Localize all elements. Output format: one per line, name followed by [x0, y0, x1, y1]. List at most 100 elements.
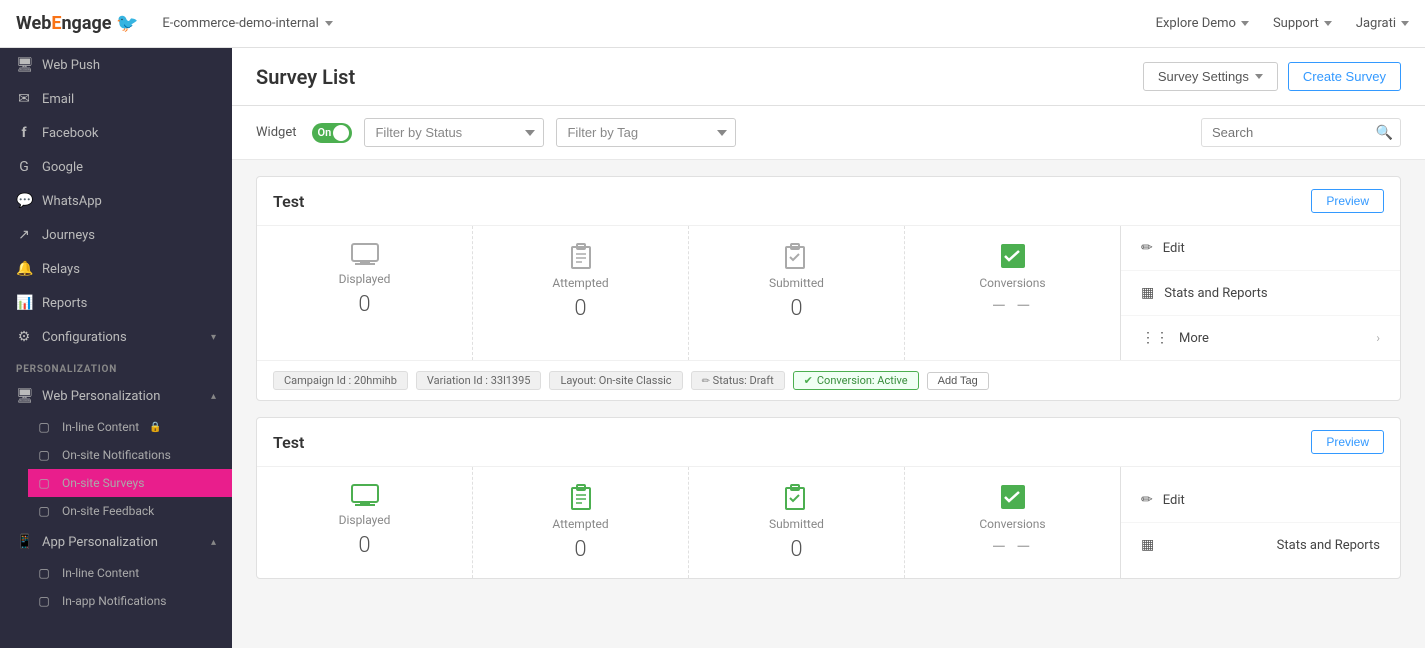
stat-dash: — — [992, 537, 1034, 558]
campaign-id-tag: Campaign Id : 20hmihb [273, 371, 408, 390]
monitor-icon [350, 483, 380, 507]
inapp-notifications-icon: ▢ [36, 594, 52, 608]
email-icon: ✉ [16, 91, 32, 107]
sidebar-item-onsite-surveys[interactable]: ▢ On-site Surveys [28, 469, 232, 497]
conversion-icon [999, 242, 1027, 270]
web-personalization-icon: 🖥 [16, 388, 32, 404]
stat-label: Attempted [552, 517, 608, 531]
stats-reports-action[interactable]: ▦ Stats and Reports [1121, 271, 1400, 316]
sidebar-item-app-personalization[interactable]: 📱 App Personalization ▴ [0, 525, 232, 559]
sidebar-item-app-inline-content[interactable]: ▢ In-line Content [28, 559, 232, 587]
app-personalization-icon: 📱 [16, 534, 32, 550]
stat-label: Conversions [979, 517, 1045, 531]
widget-toggle[interactable]: On [312, 123, 352, 143]
sidebar-item-label: On-site Surveys [62, 476, 144, 490]
edit-icon: ✏ [1141, 240, 1153, 256]
sidebar-item-label: Relays [42, 262, 80, 277]
toggle-knob [333, 125, 349, 141]
top-nav-right: Explore Demo Support Jagrati [1156, 16, 1409, 31]
sidebar-item-label: On-site Notifications [62, 448, 171, 462]
explore-demo-link[interactable]: Explore Demo [1156, 16, 1249, 31]
project-chevron-icon [325, 21, 333, 26]
app-personalization-sub: ▢ In-line Content ▢ In-app Notifications [0, 559, 232, 615]
sidebar-item-whatsapp[interactable]: 💬 WhatsApp [0, 184, 232, 218]
sidebar-item-relays[interactable]: 🔔 Relays [0, 252, 232, 286]
more-action[interactable]: ⋮⋮ More › [1121, 316, 1400, 360]
survey-actions: ✏ Edit ▦ Stats and Reports ⋮⋮ More › [1120, 226, 1400, 360]
sidebar-item-journeys[interactable]: ↗ Journeys [0, 218, 232, 252]
sidebar-item-onsite-feedback[interactable]: ▢ On-site Feedback [28, 497, 232, 525]
stat-value: 0 [790, 296, 802, 321]
sidebar-item-label: Configurations [42, 330, 127, 345]
create-survey-button[interactable]: Create Survey [1288, 62, 1401, 91]
search-input[interactable] [1201, 118, 1401, 147]
stats-reports-action[interactable]: ▦ Stats and Reports [1121, 523, 1400, 567]
check-clipboard-icon [783, 242, 811, 270]
stat-label: Displayed [339, 513, 391, 527]
sidebar-item-onsite-notifications[interactable]: ▢ On-site Notifications [28, 441, 232, 469]
lock-icon: 🔒 [149, 422, 161, 433]
edit-action[interactable]: ✏ Edit [1121, 478, 1400, 523]
sidebar-item-label: On-site Feedback [62, 504, 154, 518]
grid-icon: ▦ [1141, 285, 1154, 301]
sidebar-item-label: In-line Content [62, 566, 139, 580]
clipboard-icon [569, 483, 593, 511]
onsite-feedback-icon: ▢ [36, 504, 52, 518]
survey-card-body: Displayed 0 Attempted [257, 467, 1400, 578]
sidebar-item-inline-content[interactable]: ▢ In-line Content 🔒 [28, 413, 232, 441]
onsite-surveys-icon: ▢ [36, 476, 52, 490]
status-tag: ✏ Status: Draft [691, 371, 785, 390]
journeys-icon: ↗ [16, 227, 32, 243]
logo-text: WebEngage 🐦 [16, 13, 138, 34]
filter-by-status-select[interactable]: Filter by Status [364, 118, 544, 147]
more-icon: ⋮⋮ [1141, 330, 1169, 346]
stat-conversions: Conversions — — [905, 467, 1120, 578]
project-selector[interactable]: E-commerce-demo-internal [162, 16, 332, 31]
conversion-tag: ✔ Conversion: Active [793, 371, 919, 390]
filter-by-tag-select[interactable]: Filter by Tag [556, 118, 736, 147]
sidebar-item-inapp-notifications[interactable]: ▢ In-app Notifications [28, 587, 232, 615]
sidebar-item-google[interactable]: G Google [0, 150, 232, 184]
stat-label: Displayed [339, 272, 391, 286]
survey-card: Test Preview Displayed 0 [256, 176, 1401, 401]
search-wrapper: 🔍 [1201, 118, 1401, 147]
stat-displayed: Displayed 0 [257, 467, 473, 578]
check-icon: ✔ [804, 374, 813, 387]
explore-demo-chevron-icon [1241, 21, 1249, 26]
toggle-switch[interactable]: On [312, 123, 352, 143]
sidebar-item-email[interactable]: ✉ Email [0, 82, 232, 116]
relays-icon: 🔔 [16, 261, 32, 277]
support-chevron-icon [1324, 21, 1332, 26]
survey-card-header: Test Preview [257, 177, 1400, 226]
web-personalization-sub: ▢ In-line Content 🔒 ▢ On-site Notificati… [0, 413, 232, 525]
support-link[interactable]: Support [1273, 16, 1332, 31]
edit-action[interactable]: ✏ Edit [1121, 226, 1400, 271]
sidebar-item-reports[interactable]: 📊 Reports [0, 286, 232, 320]
search-icon: 🔍 [1376, 125, 1393, 141]
project-name: E-commerce-demo-internal [162, 16, 318, 31]
sidebar-item-web-push[interactable]: 🖥 Web Push [0, 48, 232, 82]
web-push-icon: 🖥 [16, 57, 32, 73]
sidebar-item-label: Reports [42, 296, 87, 311]
header-actions: Survey Settings Create Survey [1143, 62, 1401, 91]
edit-icon: ✏ [1141, 492, 1153, 508]
survey-card-header: Test Preview [257, 418, 1400, 467]
sidebar-item-label: Email [42, 92, 74, 107]
sidebar-item-label: Web Personalization [42, 389, 160, 404]
add-tag-button[interactable]: Add Tag [927, 372, 989, 390]
logo: WebEngage 🐦 [16, 13, 138, 34]
sidebar-item-configurations[interactable]: ⚙ Configurations ▾ [0, 320, 232, 354]
app-inline-content-icon: ▢ [36, 566, 52, 580]
app-personalization-arrow-icon: ▴ [211, 537, 216, 548]
sidebar-item-facebook[interactable]: f Facebook [0, 116, 232, 150]
sidebar-item-label: In-app Notifications [62, 594, 166, 608]
user-menu[interactable]: Jagrati [1356, 16, 1409, 31]
stat-value: 0 [574, 296, 586, 321]
more-label: More [1179, 331, 1209, 346]
sidebar-item-web-personalization[interactable]: 🖥 Web Personalization ▴ [0, 379, 232, 413]
preview-button[interactable]: Preview [1311, 189, 1384, 213]
survey-settings-button[interactable]: Survey Settings [1143, 62, 1278, 91]
edit-label: Edit [1163, 493, 1185, 508]
preview-button[interactable]: Preview [1311, 430, 1384, 454]
web-personalization-arrow-icon: ▴ [211, 391, 216, 402]
